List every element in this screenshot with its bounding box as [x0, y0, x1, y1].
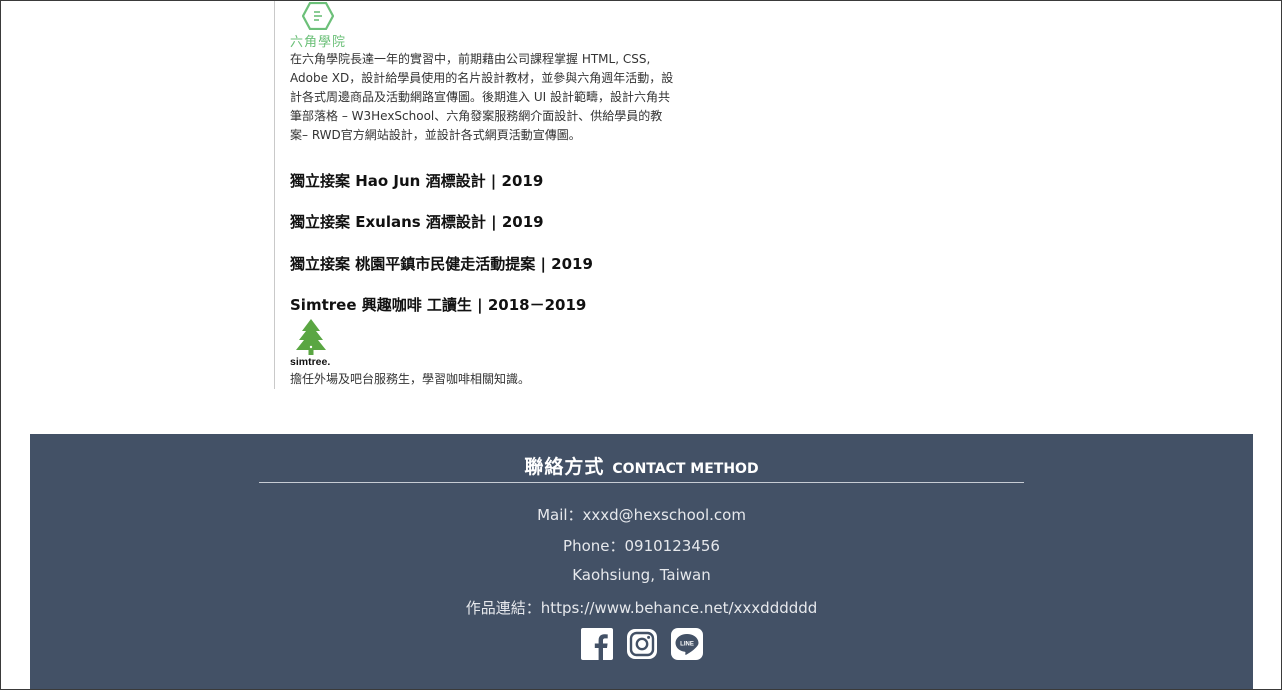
tree-logo-icon: simtree. — [290, 319, 330, 368]
hexschool-name: 六角學院 — [290, 35, 347, 50]
timeline-line — [274, 1, 275, 389]
description-line: 案– RWD官方網站設計，並設計各式網頁活動宣傳圖。 — [290, 128, 581, 142]
contact-heading-en: CONTACT METHOD — [612, 461, 759, 477]
svg-text:LINE: LINE — [680, 642, 694, 648]
job-title-exulans: 獨立接案 Exulans 酒標設計 | 2019 — [290, 213, 544, 231]
description-line: Adobe XD，設計給學員使用的名片設計教材，並參與六角週年活動，設 — [290, 71, 674, 85]
line-icon[interactable]: LINE — [670, 628, 703, 660]
page-frame: 六角學院 在六角學院長達一年的實習中，前期藉由公司課程掌握 HTML, CSS,… — [0, 0, 1282, 690]
hexschool-description: 在六角學院長達一年的實習中，前期藉由公司課程掌握 HTML, CSS, Adob… — [290, 50, 700, 145]
social-links: LINE — [30, 628, 1253, 660]
contact-phone: Phone：0910123456 — [563, 537, 720, 555]
hexagon-logo-icon — [302, 2, 334, 30]
contact-heading: 聯絡方式 CONTACT METHOD — [30, 452, 1253, 479]
job-title-haojun: 獨立接案 Hao Jun 酒標設計 | 2019 — [290, 172, 544, 190]
contact-mail[interactable]: Mail：xxxd@hexschool.com — [30, 504, 1253, 525]
description-line: 筆部落格 – W3HexSchool、六角發案服務網介面設計、供給學員的教 — [290, 109, 663, 123]
description-line: 在六角學院長達一年的實習中，前期藉由公司課程掌握 HTML, CSS, — [290, 52, 651, 66]
description-line: 計各式周邊商品及活動網路宣傳圖。後期進入 UI 設計範疇，設計六角共 — [290, 90, 670, 104]
contact-location: Kaohsiung, Taiwan — [572, 566, 711, 584]
svg-text:simtree.: simtree. — [290, 356, 330, 368]
contact-footer: 聯絡方式 CONTACT METHOD Mail：xxxd@hexschool.c… — [30, 434, 1253, 689]
facebook-icon[interactable] — [580, 628, 613, 660]
simtree-description: 擔任外場及吧台服務生，學習咖啡相關知識。 — [290, 372, 531, 386]
contact-portfolio-link[interactable]: 作品連結：https://www.behance.net/xxxdddddd — [30, 597, 1253, 618]
contact-heading-zh: 聯絡方式 — [524, 456, 605, 478]
job-title-taoyuan: 獨立接案 桃園平鎮市民健走活動提案 | 2019 — [290, 255, 593, 273]
job-title-simtree: Simtree 興趣咖啡 工讀生 | 2018－2019 — [290, 296, 587, 314]
instagram-icon[interactable] — [626, 628, 658, 660]
footer-divider — [259, 482, 1024, 483]
